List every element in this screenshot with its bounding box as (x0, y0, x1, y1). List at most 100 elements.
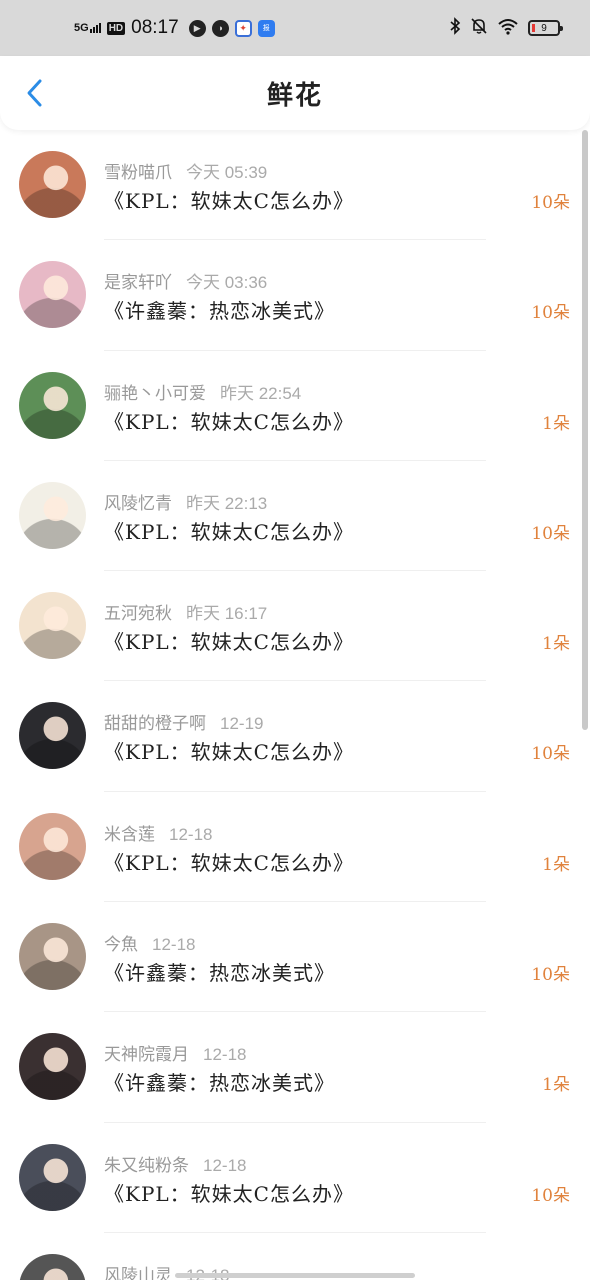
avatar-image (19, 592, 86, 660)
flower-gift-list: 雪粉喵爪 今天 05:39 《KPL：软妹太C怎么办》 10朵 是家轩吖 今天 03… (0, 130, 590, 1280)
flower-count: 10朵 (531, 523, 570, 544)
work-title[interactable]: 《许鑫蓁：热恋冰美式》 (104, 957, 335, 986)
game-icon: ✦ (234, 19, 252, 37)
sender-name[interactable]: 天神院霞月 (104, 1045, 189, 1065)
avatar[interactable] (19, 923, 86, 991)
avatar-image (19, 1033, 86, 1101)
page-title: 鲜花 (266, 80, 323, 111)
sender-line: 朱又纯粉条 12-18 (104, 1151, 246, 1176)
chevron-left-icon (27, 79, 42, 107)
flower-count: 10朵 (531, 965, 570, 986)
work-title[interactable]: 《KPL：软妹太C怎么办》 (104, 847, 354, 876)
nav-header: 鲜花 (0, 56, 590, 130)
news-icon: 报 (257, 19, 275, 37)
clock: 08:17 (131, 17, 179, 38)
hd-badge: HD (106, 21, 126, 35)
work-title[interactable]: 《KPL：软妹太C怎么办》 (104, 516, 354, 545)
status-bar: 5G HD 08:17 ▶ ◑ ✦ 报 9 (0, 0, 590, 56)
flower-count: 10朵 (531, 744, 570, 765)
scrollbar[interactable] (582, 130, 588, 730)
sender-line: 米含莲 12-18 (104, 820, 212, 845)
mute-icon (470, 17, 488, 39)
sender-name[interactable]: 是家轩吖 (104, 273, 172, 293)
avatar-image (19, 1253, 86, 1280)
gift-time: 今天 05:39 (186, 163, 268, 182)
work-title[interactable]: 《KPL：软妹太C怎么办》 (104, 406, 354, 435)
home-indicator[interactable] (175, 1273, 415, 1278)
avatar[interactable] (19, 151, 86, 218)
avatar[interactable] (19, 1033, 86, 1101)
sender-name[interactable]: 风陵山灵 (104, 1266, 172, 1280)
list-item[interactable]: 甜甜的橙子啊 12-19 《KPL：软妹太C怎么办》 10朵 (0, 681, 590, 792)
work-title[interactable]: 《KPL：软妹太C怎么办》 (104, 185, 354, 214)
list-item[interactable]: 天神院霞月 12-18 《许鑫蓁：热恋冰美式》 1朵 (0, 1012, 590, 1123)
avatar[interactable] (19, 702, 86, 770)
flower-count: 1朵 (542, 854, 570, 875)
work-title[interactable]: 《KPL：软妹太C怎么办》 (104, 736, 354, 765)
list-item[interactable]: 雪粉喵爪 今天 05:39 《KPL：软妹太C怎么办》 10朵 (0, 130, 590, 241)
sender-name[interactable]: 五河宛秋 (104, 604, 172, 624)
list-item[interactable]: 今魚 12-18 《许鑫蓁：热恋冰美式》 10朵 (0, 902, 590, 1013)
sender-name[interactable]: 今魚 (104, 935, 138, 955)
gift-time: 12-19 (220, 714, 264, 734)
battery-level: 9 (541, 22, 547, 34)
sender-name[interactable]: 雪粉喵爪 (104, 163, 172, 183)
list-item[interactable]: 风陵忆青 昨天 22:13 《KPL：软妹太C怎么办》 10朵 (0, 461, 590, 572)
avatar-image (19, 1143, 86, 1211)
avatar[interactable] (19, 592, 86, 660)
sender-line: 骊艳丶小可爱 昨天 22:54 (104, 379, 301, 404)
sender-line: 五河宛秋 昨天 16:17 (104, 599, 267, 624)
work-title[interactable]: 《KPL：软妹太C怎么办》 (104, 1178, 354, 1207)
avatar[interactable] (19, 1143, 86, 1211)
sender-line: 甜甜的橙子啊 12-19 (104, 709, 263, 734)
gift-time: 昨天 16:17 (186, 604, 268, 624)
work-title[interactable]: 《KPL：软妹太C怎么办》 (104, 626, 354, 655)
flower-count: 10朵 (531, 303, 570, 324)
list-item[interactable]: 骊艳丶小可爱 昨天 22:54 《KPL：软妹太C怎么办》 1朵 (0, 351, 590, 461)
avatar-image (19, 371, 86, 439)
sender-name[interactable]: 米含莲 (104, 825, 155, 845)
avatar[interactable] (19, 1253, 86, 1280)
gift-time: 昨天 22:54 (220, 383, 302, 403)
compass-icon: ◑ (211, 19, 229, 37)
avatar[interactable] (19, 481, 86, 549)
sender-name[interactable]: 风陵忆青 (104, 494, 172, 514)
sender-name[interactable]: 骊艳丶小可爱 (104, 384, 206, 404)
sender-line: 天神院霞月 12-18 (104, 1040, 246, 1065)
flower-count: 1朵 (542, 1075, 570, 1096)
list-item[interactable]: 是家轩吖 今天 03:36 《许鑫蓁：热恋冰美式》 10朵 (0, 240, 590, 351)
avatar-image (19, 702, 86, 770)
sender-name[interactable]: 朱又纯粉条 (104, 1156, 189, 1176)
sender-line: 雪粉喵爪 今天 05:39 (104, 158, 267, 183)
avatar-image (19, 151, 86, 218)
avatar[interactable] (19, 812, 86, 880)
wifi-icon (497, 17, 519, 39)
gift-time: 12-18 (152, 935, 196, 955)
avatar-image (19, 261, 86, 329)
work-title[interactable]: 《许鑫蓁：热恋冰美式》 (104, 295, 335, 324)
work-title[interactable]: 《许鑫蓁：热恋冰美式》 (104, 1067, 335, 1096)
avatar-image (19, 481, 86, 549)
flower-count: 10朵 (531, 193, 570, 213)
gift-time: 12-18 (169, 824, 213, 844)
battery-icon: 9 (528, 20, 563, 36)
avatar-image (19, 812, 86, 880)
flower-count: 1朵 (542, 413, 570, 434)
sender-name[interactable]: 甜甜的橙子啊 (104, 714, 206, 734)
sender-line: 风陵忆青 昨天 22:13 (104, 489, 267, 514)
list-item[interactable]: 朱又纯粉条 12-18 《KPL：软妹太C怎么办》 10朵 (0, 1123, 590, 1233)
avatar[interactable] (19, 261, 86, 329)
sender-line: 是家轩吖 今天 03:36 (104, 268, 267, 293)
flower-count: 1朵 (542, 634, 570, 655)
bluetooth-icon (449, 17, 461, 39)
back-button[interactable] (20, 78, 50, 108)
list-item[interactable]: 米含莲 12-18 《KPL：软妹太C怎么办》 1朵 (0, 792, 590, 903)
signal-icon: 5G (74, 22, 101, 34)
avatar-image (19, 923, 86, 991)
network-label: 5G (74, 22, 89, 34)
avatar[interactable] (19, 371, 86, 439)
sender-line: 今魚 12-18 (104, 930, 195, 955)
play-icon: ▶ (188, 19, 206, 37)
list-item[interactable]: 五河宛秋 昨天 16:17 《KPL：软妹太C怎么办》 1朵 (0, 571, 590, 682)
gift-time: 12-18 (203, 1045, 247, 1065)
